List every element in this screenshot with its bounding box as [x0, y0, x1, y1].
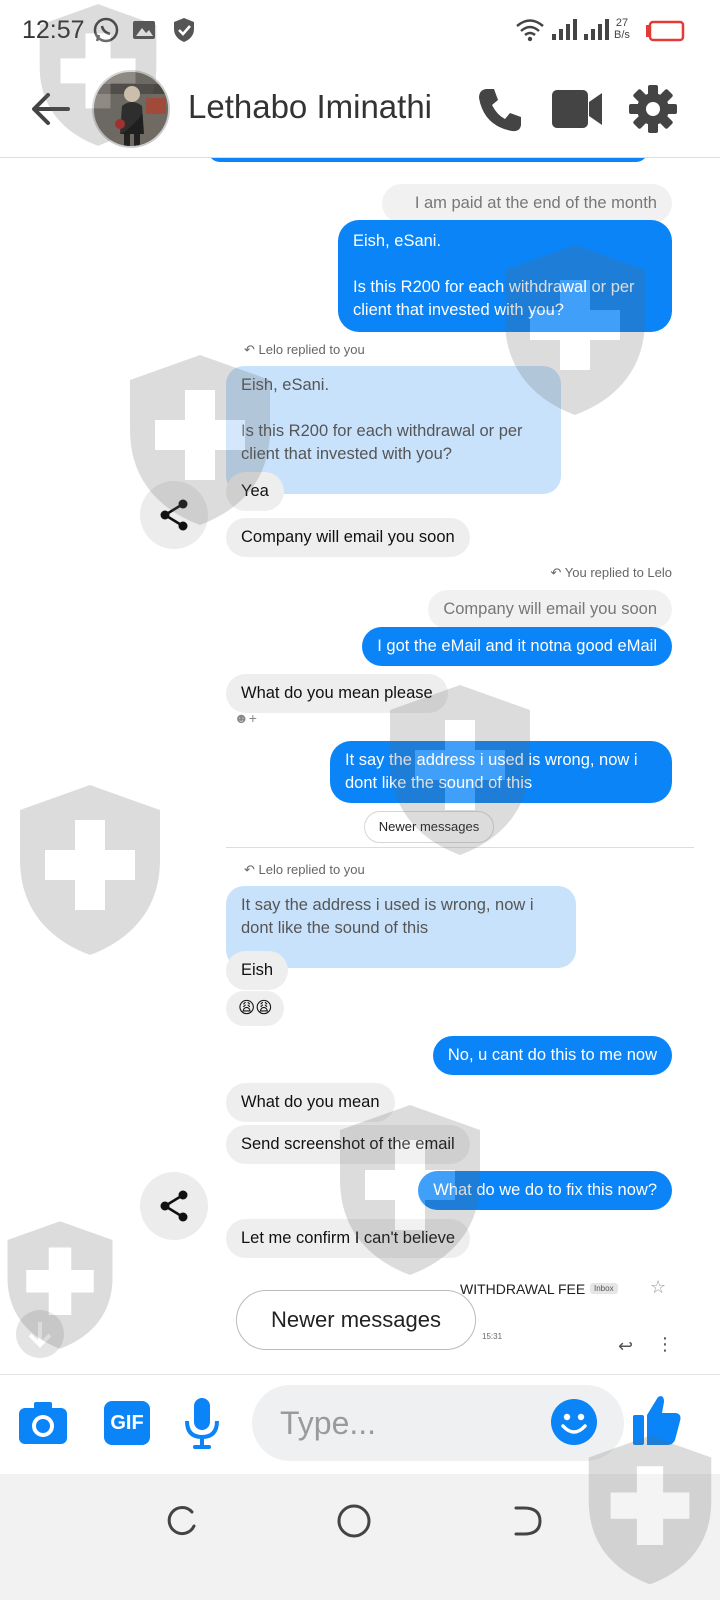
quoted-message[interactable]: I am paid at the end of the month [382, 184, 672, 223]
message-thread[interactable]: I am paid at the end of the month Eish, … [0, 158, 720, 1374]
reply-label-text: You replied to Lelo [564, 565, 672, 580]
email-subject: WITHDRAWAL FEE [460, 1281, 586, 1297]
message-bubble-sent[interactable]: No, u cant do this to me now [432, 1036, 672, 1075]
message-bubble-sent[interactable]: It say the address i used is wrong, now … [330, 741, 672, 803]
email-label: Inbox [590, 1283, 618, 1294]
status-time: 12:57 [22, 16, 85, 44]
more-vertical-icon[interactable]: ⋮ [656, 1334, 674, 1355]
whatsapp-icon [93, 17, 119, 43]
reply-label-text: Lelo replied to you [258, 342, 365, 357]
system-navigation-bar [0, 1474, 720, 1600]
newer-messages-divider-button[interactable]: Newer messages [364, 811, 494, 843]
quoted-message[interactable]: Company will email you soon [428, 590, 672, 629]
message-bubble-sent[interactable]: What do we do to fix this now? [418, 1171, 672, 1210]
star-icon[interactable]: ☆ [650, 1277, 666, 1298]
home-icon[interactable] [336, 1503, 372, 1539]
status-bar: 12:57 27 B/s [0, 0, 720, 62]
camera-icon[interactable] [18, 1401, 68, 1445]
signal-icon [584, 19, 609, 40]
message-bubble-partial[interactable] [208, 158, 648, 162]
signal-icon [552, 19, 577, 40]
reply-label: ↶ Lelo replied to you [244, 862, 365, 878]
thumbs-up-icon[interactable] [632, 1393, 682, 1447]
emoji-icon[interactable] [550, 1398, 598, 1446]
newer-messages-button[interactable]: Newer messages [236, 1290, 476, 1350]
quoted-message[interactable]: Eish, eSani. Is this R200 for each withd… [226, 366, 561, 494]
avatar[interactable] [92, 70, 170, 148]
reply-icon[interactable]: ↩ [618, 1336, 633, 1357]
message-bubble-received[interactable]: Let me confirm I can't believe [226, 1219, 471, 1258]
add-reaction-button[interactable]: ☻+ [234, 710, 257, 726]
arrow-down-icon [28, 1322, 52, 1348]
net-speed-value: 27 [615, 17, 629, 29]
divider [226, 847, 694, 848]
reply-label-text: Lelo replied to you [258, 862, 365, 877]
message-bubble-received[interactable]: Eish [226, 951, 289, 990]
message-bubble-received[interactable]: What do you mean [226, 1083, 395, 1122]
message-bubble-received[interactable]: Send screenshot of the email [226, 1125, 470, 1164]
contact-name[interactable]: Lethabo Iminathi [188, 88, 432, 126]
gif-button[interactable]: GIF [104, 1401, 150, 1445]
message-bubble-sent[interactable]: I got the eMail and it notna good eMail [362, 627, 672, 666]
gear-icon[interactable] [628, 84, 678, 134]
battery-icon [646, 20, 685, 42]
net-speed-unit: B/s [614, 29, 630, 41]
reply-arrow-icon: ↶ [244, 342, 259, 357]
gif-label: GIF [110, 1412, 144, 1434]
message-bubble-emoji[interactable]: 😩😩 [226, 991, 285, 1026]
phone-icon[interactable] [476, 86, 524, 134]
reply-label: ↶ Lelo replied to you [244, 342, 365, 358]
scroll-down-button[interactable] [16, 1310, 64, 1358]
share-icon [160, 1190, 188, 1222]
message-bubble-received[interactable]: Company will email you soon [226, 518, 470, 557]
gallery-icon [133, 21, 155, 39]
message-bubble-received[interactable]: Yea [226, 472, 284, 511]
microphone-icon[interactable] [184, 1397, 220, 1451]
share-button[interactable] [140, 1172, 208, 1240]
share-button[interactable] [140, 481, 208, 549]
reply-label: ↶ You replied to Lelo [551, 565, 673, 581]
message-bubble-sent[interactable]: Eish, eSani. Is this R200 for each withd… [338, 220, 672, 332]
shield-icon [174, 18, 194, 42]
reply-arrow-icon: ↶ [550, 565, 565, 580]
net-speed: 27 B/s [614, 17, 630, 41]
email-time: 15:31 [482, 1332, 503, 1341]
back-arrow-icon[interactable] [30, 90, 72, 128]
wifi-icon [516, 19, 544, 42]
reply-arrow-icon: ↶ [244, 862, 259, 877]
message-bubble-received[interactable]: What do you mean please [226, 674, 448, 713]
conversation-header: Lethabo Iminathi [0, 62, 720, 158]
video-icon[interactable] [551, 88, 603, 130]
recent-apps-icon[interactable] [164, 1504, 198, 1538]
share-icon [160, 499, 188, 531]
back-nav-icon[interactable] [510, 1504, 544, 1538]
message-composer: GIF [0, 1374, 720, 1474]
